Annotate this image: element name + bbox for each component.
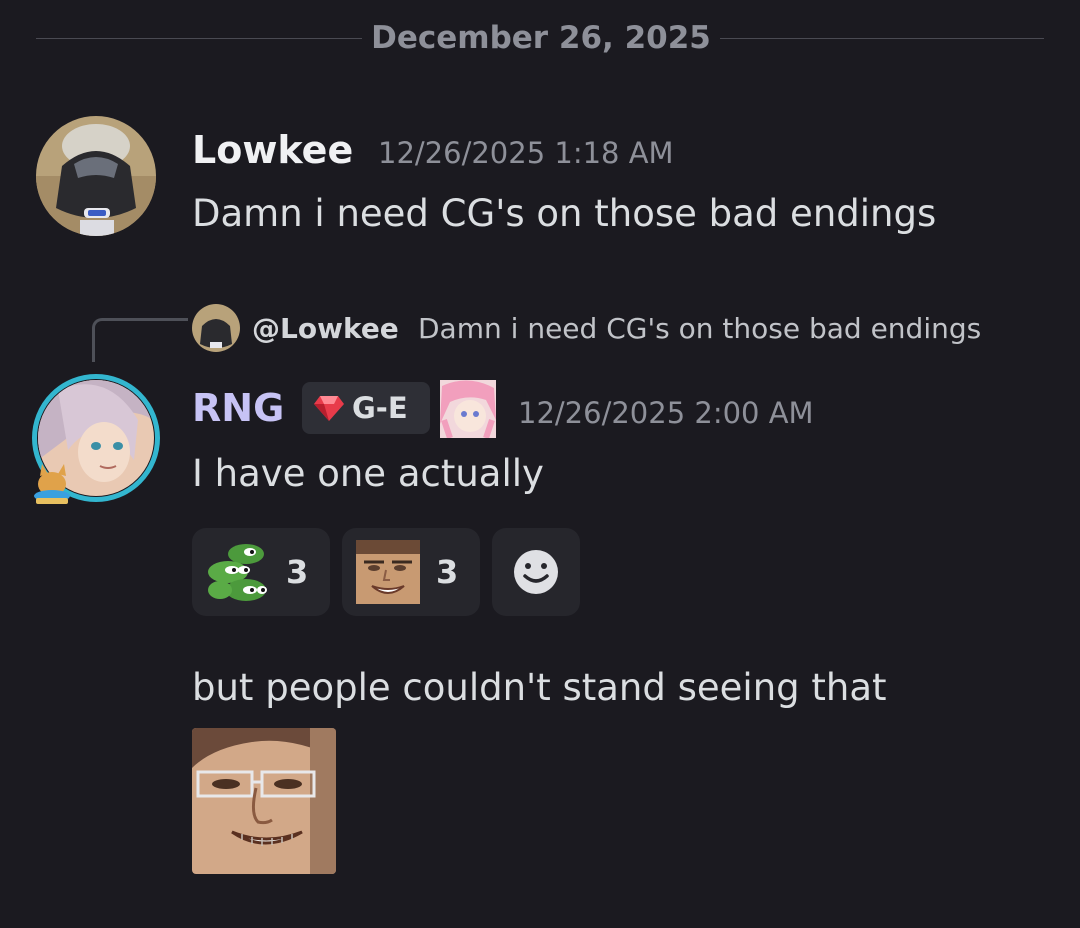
message-text: Damn i need CG's on those bad endings xyxy=(192,192,937,235)
ruby-gem-icon xyxy=(314,396,344,421)
reply-mention[interactable]: @Lowkee xyxy=(252,312,399,346)
message-text: I have one actually xyxy=(192,452,544,495)
reaction-frogs[interactable]: 3 xyxy=(192,528,330,616)
grinning-man-sticker[interactable] xyxy=(192,728,336,874)
message-timestamp: 12/26/2025 2:00 AM xyxy=(518,396,814,430)
add-reaction-button[interactable] xyxy=(492,528,580,616)
reaction-count: 3 xyxy=(436,553,459,591)
reply-preview-text[interactable]: Damn i need CG's on those bad endings xyxy=(418,312,981,346)
author-name[interactable]: Lowkee xyxy=(192,128,353,172)
frogs-emoji-icon xyxy=(208,544,267,601)
avatar-lowkee[interactable] xyxy=(36,116,156,236)
reaction-count: 3 xyxy=(286,553,309,591)
reply-avatar[interactable] xyxy=(192,304,240,352)
pet-badge-icon xyxy=(34,464,70,504)
reaction-grinning-face[interactable]: 3 xyxy=(342,528,480,616)
divider-date: December 26, 2025 xyxy=(371,20,711,56)
reply-connector xyxy=(92,318,188,362)
date-divider: December 26, 2025 xyxy=(36,18,1044,58)
grinning-face-emoji-icon xyxy=(356,540,420,604)
message-text: but people couldn't stand seeing that xyxy=(192,666,887,709)
divider-line-left xyxy=(36,38,362,39)
server-tag-badge[interactable]: G-E xyxy=(302,382,430,434)
author-name[interactable]: RNG xyxy=(192,386,284,430)
server-tag-label: G-E xyxy=(352,391,408,425)
divider-line-right xyxy=(720,38,1044,39)
message-timestamp: 12/26/2025 1:18 AM xyxy=(378,136,674,170)
profile-badge-icon xyxy=(440,380,496,438)
add-reaction-icon xyxy=(514,550,558,594)
